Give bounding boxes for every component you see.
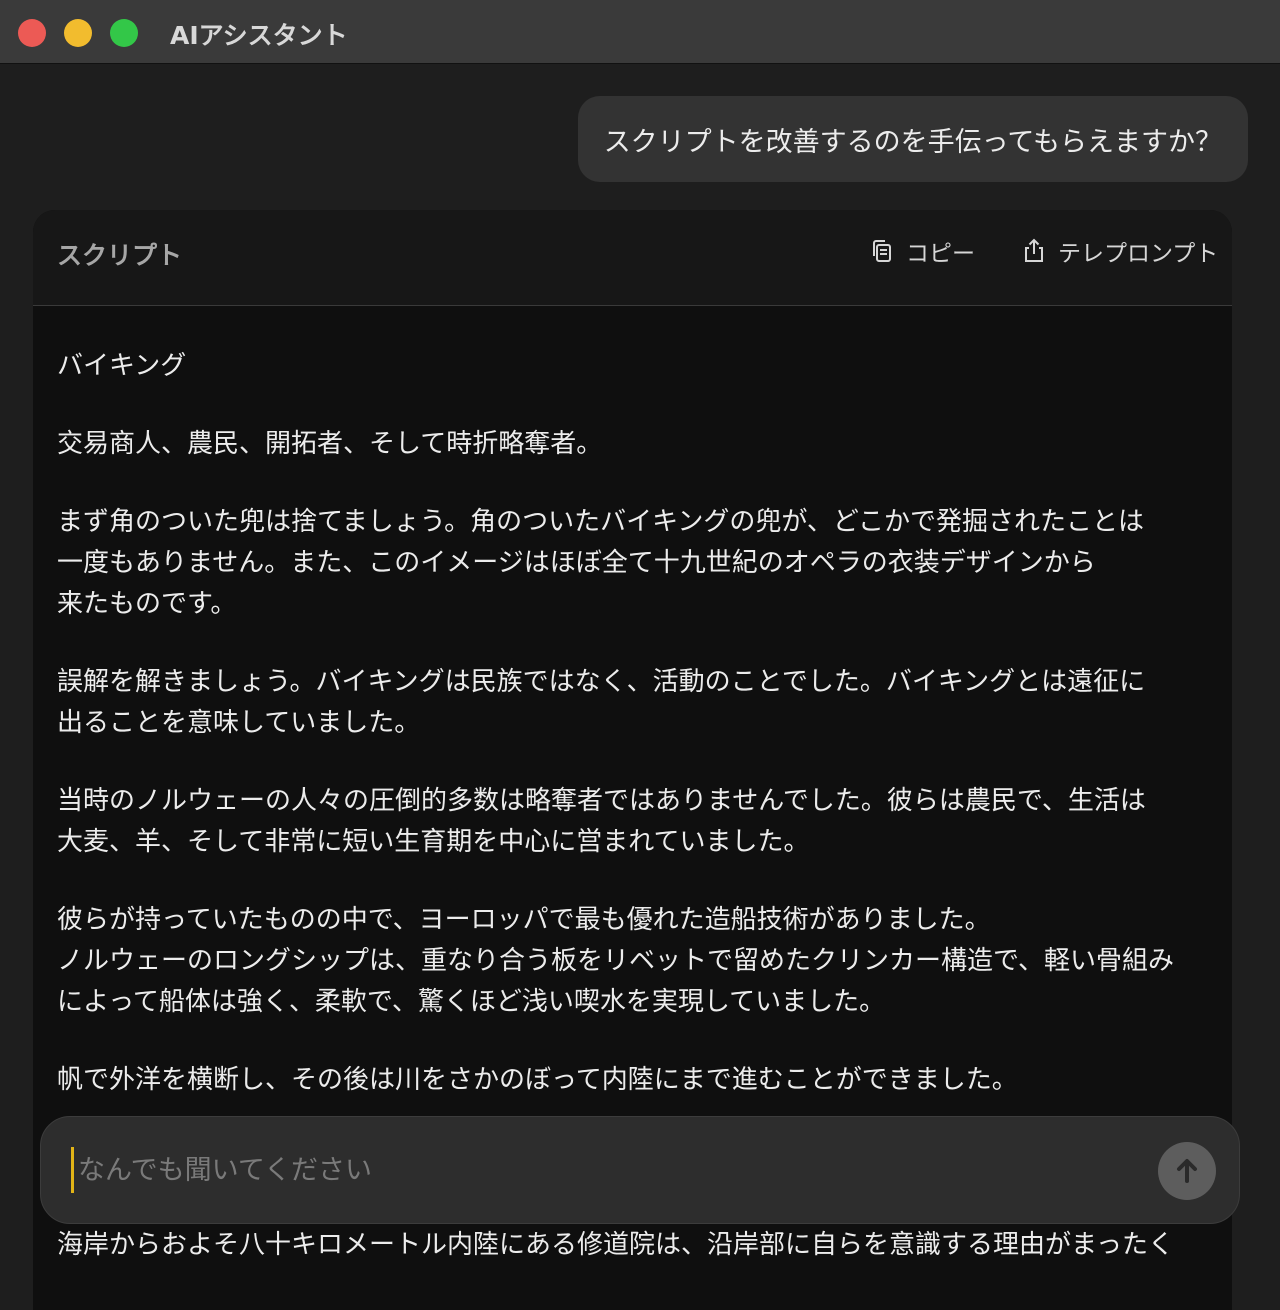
window-title: AIアシスタント [170, 21, 348, 50]
script-paragraph: 交易商人、農民、開拓者、そして時折略奪者。 [57, 429, 603, 459]
message-composer [40, 1116, 1240, 1224]
teleprompt-button-label: テレプロンプト [1058, 241, 1219, 267]
arrow-up-icon [1177, 1159, 1197, 1183]
script-card-title: スクリプト [57, 241, 183, 270]
close-window-button[interactable] [18, 19, 46, 47]
copy-button-label: コピー [906, 241, 975, 267]
script-paragraph: 帆で外洋を横断し、その後は川をさかのぼって内陸にまで進むことができました。 [57, 1065, 1018, 1095]
script-paragraph: まず角のついた兜は捨てましょう。角のついたバイキングの兜が、どこかで発掘されたこ… [57, 507, 1145, 619]
script-overflow-line: 海岸からおよそ八十キロメートル内陸にある修道院は、沿岸部に自らを意識する理由がま… [57, 1230, 1174, 1260]
minimize-window-button[interactable] [64, 19, 92, 47]
script-heading: バイキング [57, 351, 187, 381]
user-message-bubble: スクリプトを改善するのを手伝ってもらえますか？ [577, 96, 1248, 182]
message-input[interactable] [71, 1147, 1140, 1193]
title-bar: AIアシスタント [0, 0, 1280, 64]
script-text: バイキング 交易商人、農民、開拓者、そして時折略奪者。 まず角のついた兜は捨てま… [57, 346, 1217, 1138]
script-paragraph: 誤解を解きましょう。バイキングは民族ではなく、活動のことでした。バイキングとは遠… [57, 667, 1146, 738]
chat-area: スクリプトを改善するのを手伝ってもらえますか？ スクリプト コピー テレプロンプ… [0, 64, 1280, 1310]
send-button[interactable] [1158, 1142, 1216, 1200]
copy-icon [873, 240, 891, 262]
share-icon [1025, 238, 1043, 262]
script-paragraph: 彼らが持っていたものの中で、ヨーロッパで最も優れた造船技術がありました。 ノルウ… [57, 905, 1174, 1017]
script-card-header: スクリプト コピー テレプロンプト [33, 210, 1232, 306]
script-paragraph: 当時のノルウェーの人々の圧倒的多数は略奪者ではありませんでした。彼らは農民で、生… [57, 786, 1146, 857]
teleprompt-button[interactable]: テレプロンプト [1020, 234, 1218, 268]
zoom-window-button[interactable] [110, 19, 138, 47]
copy-button[interactable]: コピー [868, 234, 975, 268]
